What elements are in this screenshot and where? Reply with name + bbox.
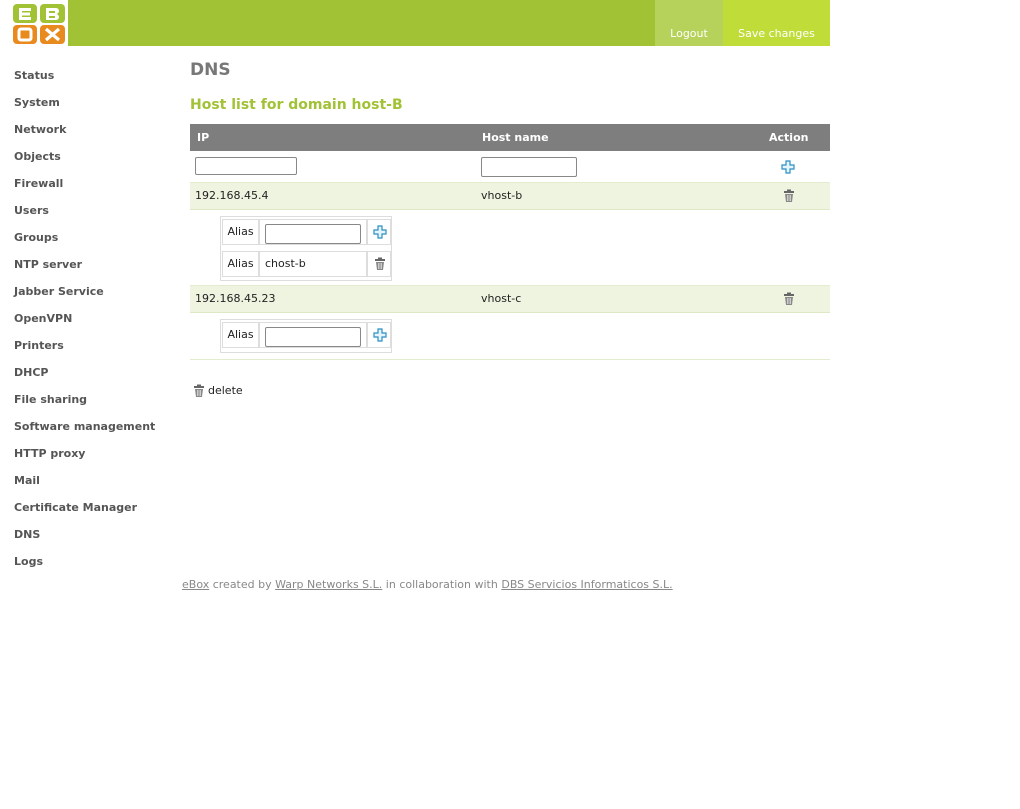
host-ip: 192.168.45.23 <box>195 292 276 305</box>
sidebar-item-file-sharing[interactable]: File sharing <box>14 386 155 413</box>
footer-link-warp[interactable]: Warp Networks S.L. <box>275 578 382 591</box>
alias-value: chost-b <box>259 251 367 277</box>
table-bottom-border <box>190 359 830 360</box>
header-host-name: Host name <box>482 131 549 144</box>
alias-label: Alias <box>222 219 259 245</box>
sidebar-menu: Status System Network Objects Firewall U… <box>14 62 155 575</box>
add-host-icon[interactable] <box>781 160 795 174</box>
alias-delete-cell <box>367 251 391 277</box>
alias-add-cell <box>367 219 391 245</box>
host-row: 192.168.45.23 vhost-c <box>190 286 830 313</box>
add-alias-icon[interactable] <box>373 225 387 239</box>
footer-text-created: created by <box>212 578 272 591</box>
sidebar-item-printers[interactable]: Printers <box>14 332 155 359</box>
logout-button[interactable]: Logout <box>655 0 723 46</box>
sidebar-item-software-management[interactable]: Software management <box>14 413 155 440</box>
sidebar-item-jabber-service[interactable]: Jabber Service <box>14 278 155 305</box>
sidebar-item-mail[interactable]: Mail <box>14 467 155 494</box>
sidebar-item-dns[interactable]: DNS <box>14 521 155 548</box>
alias-row: Alias chost-b <box>221 249 391 279</box>
delete-alias-trash-icon[interactable] <box>373 257 387 271</box>
page-title: DNS <box>190 60 231 80</box>
alias-table: Alias <box>220 319 392 353</box>
sidebar-item-system[interactable]: System <box>14 89 155 116</box>
table-header: IP Host name Action <box>190 124 830 151</box>
sidebar-item-dhcp[interactable]: DHCP <box>14 359 155 386</box>
sidebar-item-users[interactable]: Users <box>14 197 155 224</box>
host-row: 192.168.45.4 vhost-b <box>190 183 830 210</box>
new-alias-input[interactable] <box>265 327 361 347</box>
footer: eBox created by Warp Networks S.L. in co… <box>182 578 673 591</box>
footer-link-dbs[interactable]: DBS Servicios Informaticos S.L. <box>501 578 672 591</box>
sidebar-item-objects[interactable]: Objects <box>14 143 155 170</box>
sidebar-item-certificate-manager[interactable]: Certificate Manager <box>14 494 155 521</box>
sidebar-item-network[interactable]: Network <box>14 116 155 143</box>
sidebar-item-groups[interactable]: Groups <box>14 224 155 251</box>
header-action: Action <box>769 131 809 144</box>
alias-add-row: Alias <box>221 320 391 350</box>
alias-label: Alias <box>222 251 259 277</box>
alias-input-cell <box>259 322 367 348</box>
sidebar-item-firewall[interactable]: Firewall <box>14 170 155 197</box>
delete-legend-label: delete <box>208 384 243 397</box>
alias-label: Alias <box>222 322 259 348</box>
logo-area <box>0 0 68 46</box>
sidebar-item-openvpn[interactable]: OpenVPN <box>14 305 155 332</box>
trash-icon <box>194 384 204 397</box>
alias-add-row: Alias <box>221 217 391 247</box>
host-list-subtitle: Host list for domain host-B <box>190 97 403 113</box>
new-alias-input[interactable] <box>265 224 361 244</box>
save-changes-button[interactable]: Save changes <box>723 0 830 46</box>
sidebar-item-logs[interactable]: Logs <box>14 548 155 575</box>
alias-add-cell <box>367 322 391 348</box>
new-host-row <box>190 151 830 183</box>
host-ip: 192.168.45.4 <box>195 189 269 202</box>
ebox-logo <box>13 4 65 44</box>
header-ip: IP <box>197 131 210 144</box>
sidebar-item-http-proxy[interactable]: HTTP proxy <box>14 440 155 467</box>
alias-table: Alias Alias chost-b <box>220 216 392 281</box>
alias-input-cell <box>259 219 367 245</box>
add-alias-icon[interactable] <box>373 328 387 342</box>
new-hostname-input[interactable] <box>481 157 577 177</box>
host-name: vhost-c <box>481 292 522 305</box>
sidebar-item-status[interactable]: Status <box>14 62 155 89</box>
sidebar-item-ntp-server[interactable]: NTP server <box>14 251 155 278</box>
delete-host-trash-icon[interactable] <box>782 292 796 306</box>
footer-link-ebox[interactable]: eBox <box>182 578 209 591</box>
delete-host-trash-icon[interactable] <box>782 189 796 203</box>
footer-text-collab: in collaboration with <box>385 578 498 591</box>
host-name: vhost-b <box>481 189 523 202</box>
new-ip-input[interactable] <box>195 157 297 175</box>
